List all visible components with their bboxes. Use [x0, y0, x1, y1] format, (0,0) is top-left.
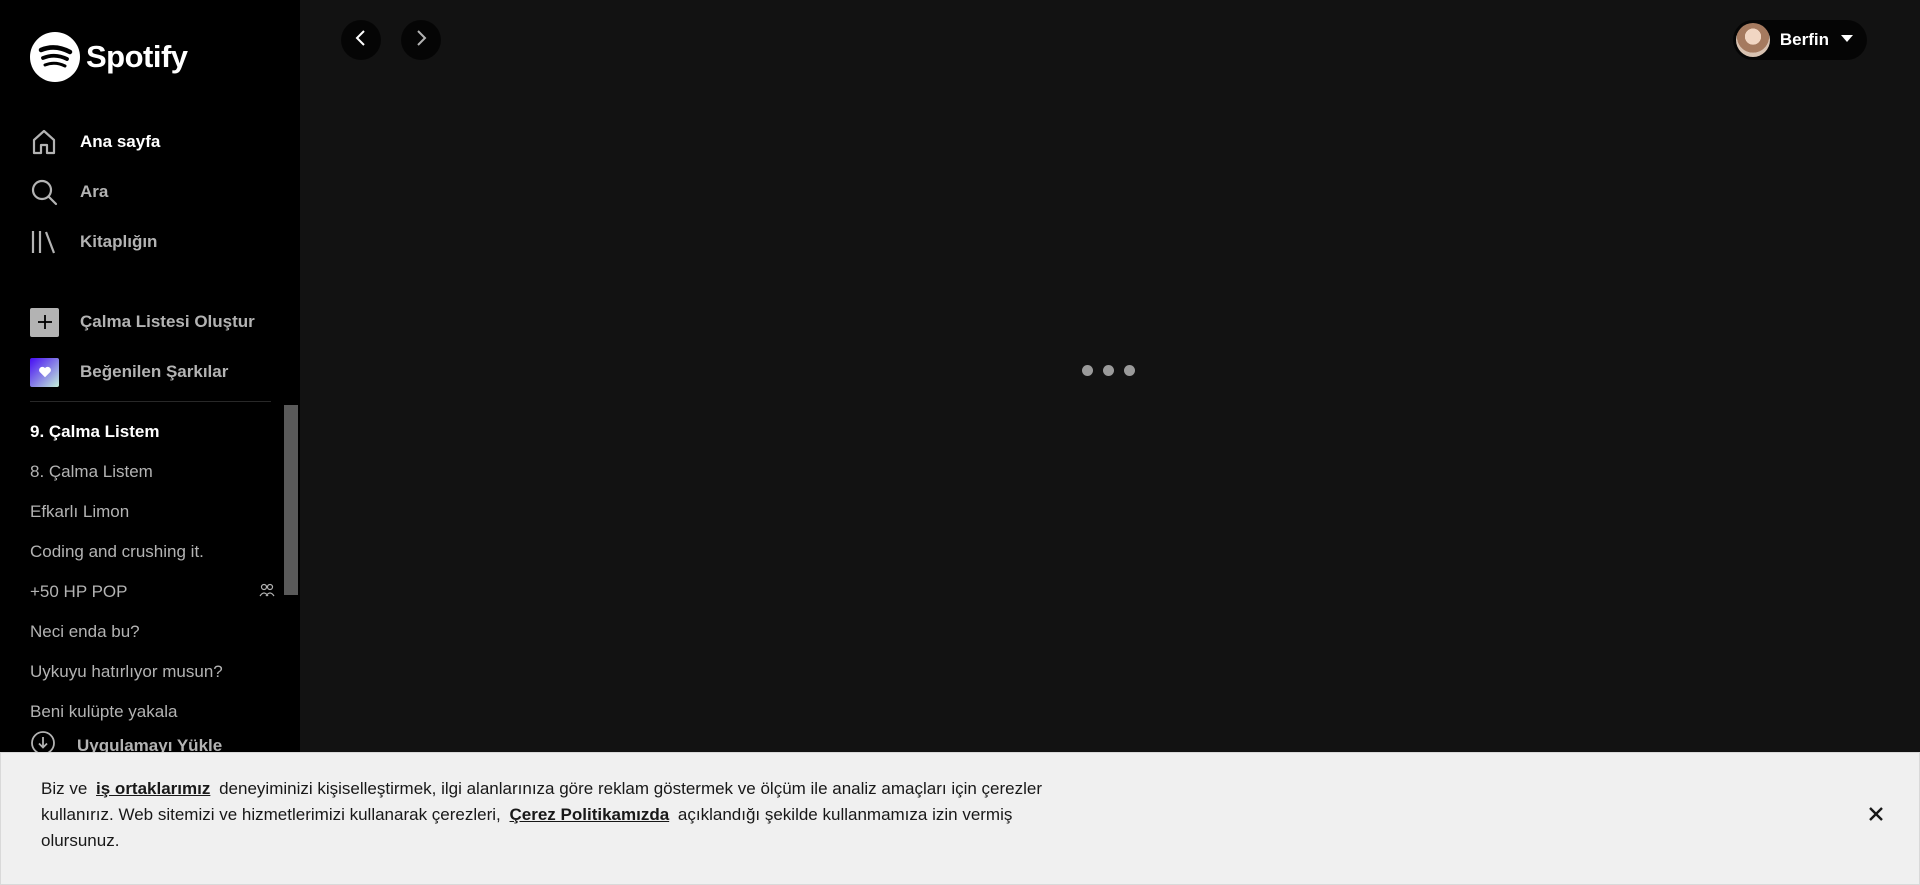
loading-dot — [1124, 365, 1135, 376]
loading-indicator — [1082, 365, 1135, 376]
playlist-item-label: +50 HP POP — [30, 582, 128, 601]
sidebar-divider — [30, 401, 271, 402]
create-playlist-label: Çalma Listesi Oluştur — [80, 312, 255, 331]
collaborative-icon — [259, 582, 275, 603]
loading-dot — [1103, 365, 1114, 376]
nav-home[interactable]: Ana sayfa — [30, 117, 280, 167]
liked-songs-button[interactable]: Beğenilen Şarkılar — [30, 347, 280, 397]
heart-icon — [30, 357, 59, 387]
cookie-close-button[interactable] — [1863, 803, 1889, 829]
playlist-item[interactable]: Beni kulüpte yakala — [30, 692, 275, 732]
playlist-item[interactable]: +50 HP POP — [30, 572, 275, 612]
search-icon — [30, 178, 58, 206]
playlist-item[interactable]: Efkarlı Limon — [30, 492, 275, 532]
home-icon — [30, 128, 58, 156]
plus-icon — [30, 307, 59, 337]
close-icon — [1867, 805, 1885, 828]
playlist-item-label: Beni kulüpte yakala — [30, 702, 178, 721]
playlist-item[interactable]: 9. Çalma Listem — [30, 412, 275, 452]
chevron-left-icon — [352, 29, 370, 52]
playlist-item-label: Uykuyu hatırlıyor musun? — [30, 662, 223, 681]
main-nav: Ana sayfa Ara Kitaplığın — [30, 117, 280, 267]
spotify-logo[interactable]: Spotify — [30, 32, 188, 82]
playlist-list: 9. Çalma Listem 8. Çalma Listem Efkarlı … — [30, 412, 275, 732]
cookie-banner: Biz ve iş ortaklarımız deneyiminizi kişi… — [0, 752, 1920, 885]
nav-library[interactable]: Kitaplığın — [30, 217, 280, 267]
chevron-right-icon — [412, 29, 430, 52]
playlist-item-label: 9. Çalma Listem — [30, 422, 160, 441]
loading-dot — [1082, 365, 1093, 376]
nav-search[interactable]: Ara — [30, 167, 280, 217]
playlist-item-label: Efkarlı Limon — [30, 502, 130, 521]
playlist-item-label: Neci enda bu? — [30, 622, 140, 641]
nav-library-label: Kitaplığın — [80, 232, 158, 251]
cookie-text: Biz ve iş ortaklarımız deneyiminizi kişi… — [41, 776, 1061, 854]
spotify-logo-text: Spotify — [86, 39, 188, 74]
spotify-logo-icon — [30, 32, 80, 82]
forward-button[interactable] — [401, 20, 441, 60]
user-name: Berfin — [1779, 30, 1829, 49]
avatar — [1735, 23, 1770, 57]
sidebar-scrollbar-thumb[interactable] — [284, 405, 298, 595]
create-playlist-button[interactable]: Çalma Listesi Oluştur — [30, 297, 280, 347]
caret-down-icon — [1839, 30, 1855, 51]
library-icon — [30, 228, 58, 256]
playlist-item-label: 8. Çalma Listem — [30, 462, 153, 481]
playlist-item[interactable]: Coding and crushing it. — [30, 532, 275, 572]
liked-songs-label: Beğenilen Şarkılar — [80, 362, 229, 381]
playlist-item[interactable]: Neci enda bu? — [30, 612, 275, 652]
nav-home-label: Ana sayfa — [80, 132, 161, 151]
nav-search-label: Ara — [80, 182, 109, 201]
back-button[interactable] — [341, 20, 381, 60]
sidebar-actions: Çalma Listesi Oluştur Beğenilen Şarkılar — [30, 297, 280, 397]
partners-link[interactable]: iş ortaklarımız — [96, 779, 210, 798]
playlist-item[interactable]: Uykuyu hatırlıyor musun? — [30, 652, 275, 692]
cookie-text-part: Biz ve — [41, 779, 88, 798]
user-menu-button[interactable]: Berfin — [1732, 20, 1867, 60]
cookie-policy-link[interactable]: Çerez Politikamızda — [510, 805, 670, 824]
playlist-item[interactable]: 8. Çalma Listem — [30, 452, 275, 492]
playlist-item-label: Coding and crushing it. — [30, 542, 204, 561]
